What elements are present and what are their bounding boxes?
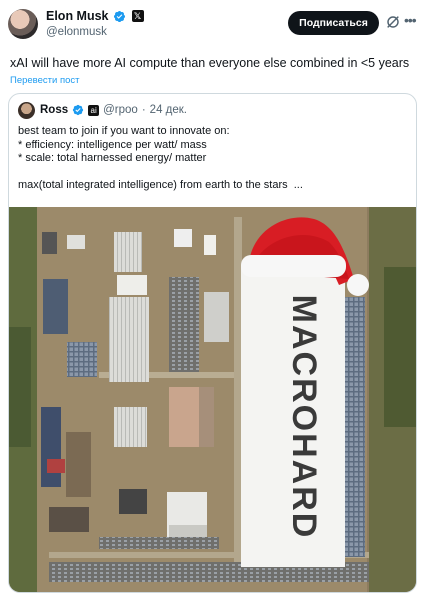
aerial-datacenter-photo: MACROHARD xyxy=(9,207,416,592)
verified-icon xyxy=(113,10,125,22)
quote-separator: · xyxy=(141,104,146,116)
quoted-tweet[interactable]: Ross ai @rpoo · 24 дек. best team to joi… xyxy=(8,93,417,593)
more-options-icon[interactable]: ••• xyxy=(404,12,417,28)
quote-affiliate-badge-icon: ai xyxy=(88,104,100,116)
tweet-text: xAI will have more AI compute than every… xyxy=(10,56,410,70)
grok-icon[interactable] xyxy=(385,14,401,30)
quote-date[interactable]: 24 дек. xyxy=(150,104,187,116)
tweet-card: Elon Musk 𝕏 @elonmusk Подписаться ••• xA… xyxy=(0,0,425,600)
author-display-name[interactable]: Elon Musk xyxy=(46,9,109,23)
quote-author-handle[interactable]: @rpoo xyxy=(103,104,138,116)
roof-text-macrohard: MACROHARD xyxy=(285,295,323,540)
author-name-row: Elon Musk 𝕏 xyxy=(46,9,144,23)
author-avatar[interactable] xyxy=(8,9,38,39)
quote-media-image[interactable]: MACROHARD xyxy=(9,207,416,592)
subscribe-button[interactable]: Подписаться xyxy=(288,11,379,35)
affiliate-x-badge-icon: 𝕏 xyxy=(131,10,144,22)
quote-author-avatar[interactable] xyxy=(18,102,35,119)
quote-text: best team to join if you want to innovat… xyxy=(18,125,303,191)
author-handle[interactable]: @elonmusk xyxy=(46,26,107,38)
quote-author-name[interactable]: Ross xyxy=(40,104,68,116)
quote-verified-icon xyxy=(73,104,84,116)
quote-header: Ross ai @rpoo · 24 дек. xyxy=(40,104,187,116)
translate-post-link[interactable]: Перевести пост xyxy=(10,75,79,86)
